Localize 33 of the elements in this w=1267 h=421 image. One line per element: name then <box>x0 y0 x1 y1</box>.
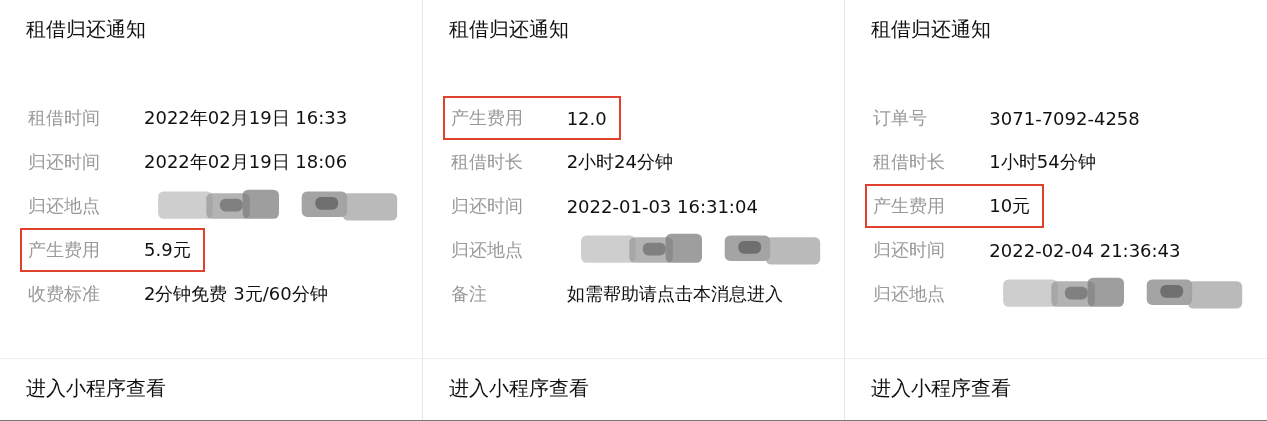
field-label: 归还地点 <box>450 238 524 262</box>
open-mini-program-link[interactable]: 进入小程序查看 <box>845 358 1267 420</box>
card-title: 租借归还通知 <box>26 16 147 43</box>
field-value: 1小时54分钟 <box>989 150 1096 174</box>
field-label: 归还时间 <box>28 150 101 174</box>
field-label: 归还地点 <box>28 194 101 218</box>
field-label: 收费标准 <box>28 282 101 306</box>
field-label: 归还时间 <box>450 194 524 218</box>
field-value: 12.0 <box>566 107 607 129</box>
open-mini-program-link[interactable]: 进入小程序查看 <box>0 358 422 420</box>
field-label: 租借时长 <box>450 150 524 174</box>
card-title: 租借归还通知 <box>448 16 570 43</box>
card-title: 租借归还通知 <box>871 16 993 43</box>
field-label: 租借时长 <box>873 150 947 174</box>
field-label: 归还时间 <box>873 238 947 262</box>
field-label: 租借时间 <box>28 106 101 130</box>
field-label: 备注 <box>450 282 488 306</box>
field-label: 产生费用 <box>450 106 524 130</box>
field-label: 归还地点 <box>873 282 947 306</box>
field-value: 2022年02月19日 16:33 <box>144 106 348 130</box>
field-value: 2022-01-03 16:31:04 <box>566 195 758 217</box>
field-value: 2小时24分钟 <box>566 150 674 174</box>
field-label: 订单号 <box>873 106 929 130</box>
field-value: 2分钟免费 3元/60分钟 <box>144 282 328 306</box>
field-value: 5.9元 <box>144 238 191 262</box>
field-value: 10元 <box>989 194 1031 218</box>
field-label: 产生费用 <box>28 238 101 262</box>
field-label: 产生费用 <box>873 194 947 218</box>
field-value: 2022-02-04 21:36:43 <box>989 239 1181 261</box>
field-value: 3071-7092-4258 <box>989 107 1140 129</box>
field-value: 2022年02月19日 18:06 <box>144 150 348 174</box>
field-value: 如需帮助请点击本消息进入 <box>566 282 783 306</box>
open-mini-program-link[interactable]: 进入小程序查看 <box>422 358 845 420</box>
